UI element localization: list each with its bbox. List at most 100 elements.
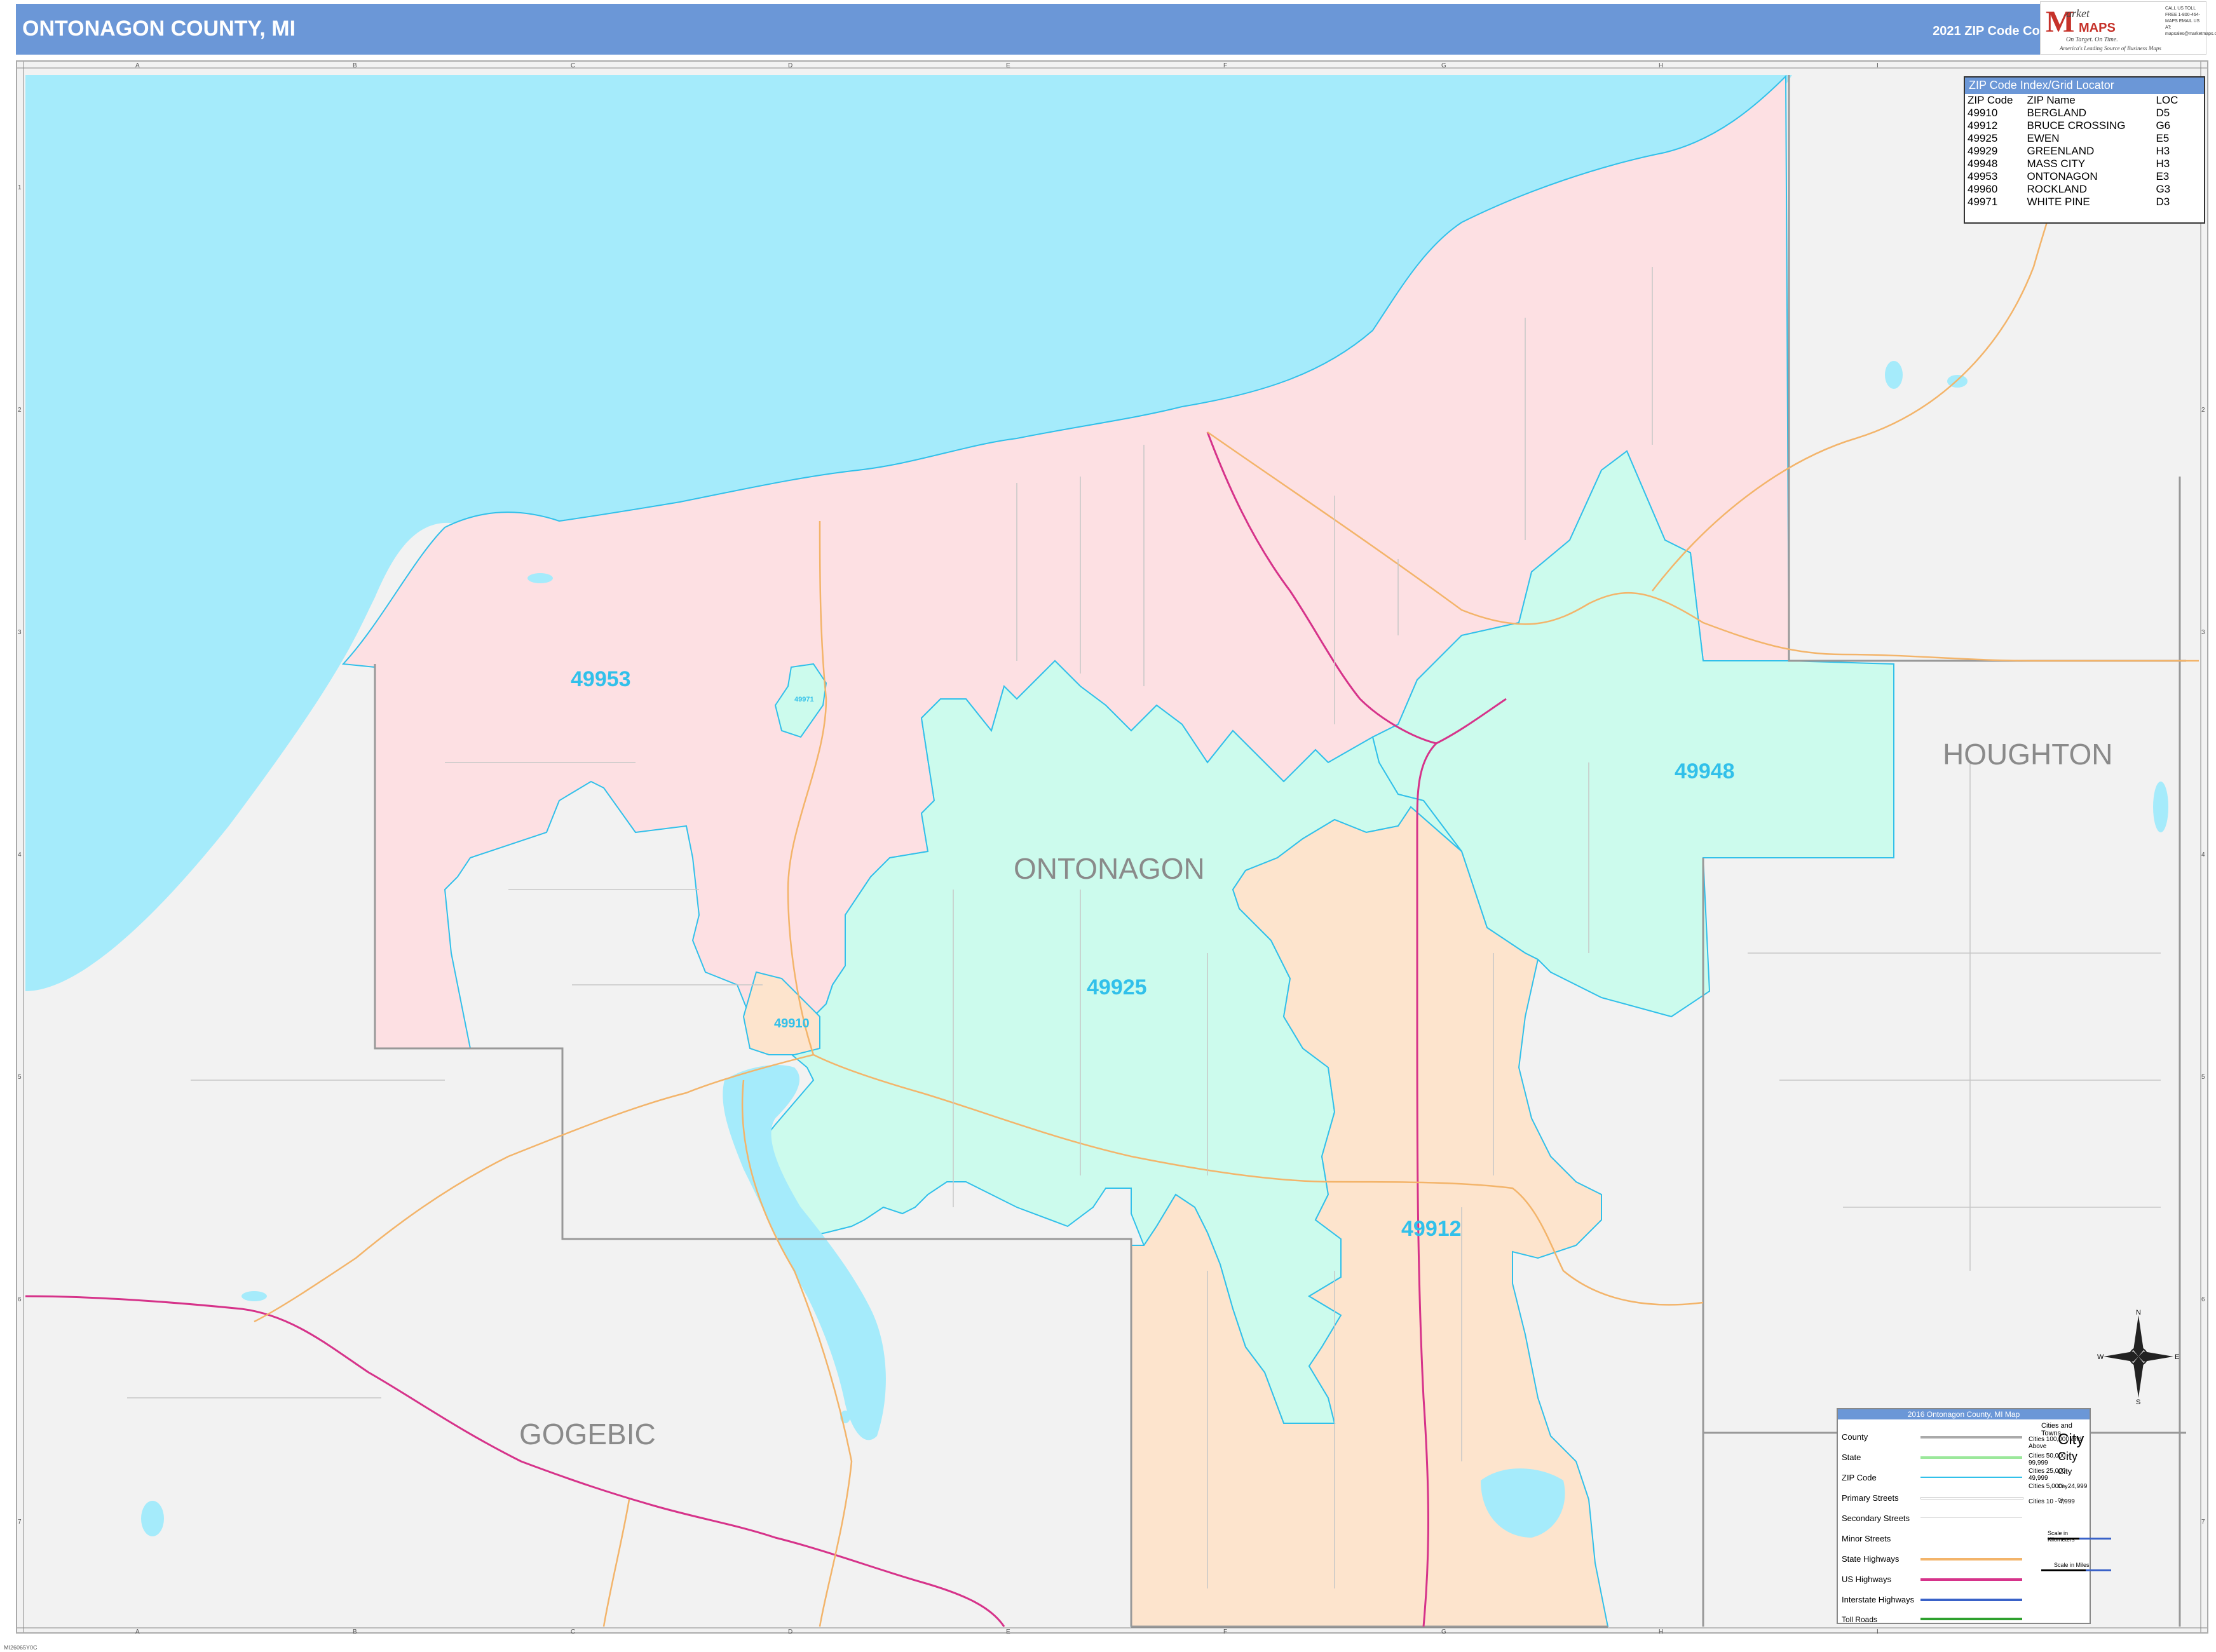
zip-name-cell: ONTONAGON bbox=[2027, 170, 2098, 182]
scale-bar-mi-light bbox=[2086, 1569, 2111, 1571]
grid-col-b-bottom: B bbox=[353, 1628, 357, 1635]
county-label-houghton: HOUGHTON bbox=[1943, 738, 2113, 771]
small-lake-1 bbox=[1885, 361, 1903, 389]
grid-row-5: 5 bbox=[18, 1074, 22, 1081]
zip-index-table: ZIP Code ZIP Name LOC 49910 BERGLAND D5 49… bbox=[1968, 94, 2183, 208]
legend-county-label: County bbox=[1842, 1432, 1868, 1442]
legend-toll-label: Toll Roads bbox=[1842, 1615, 1878, 1624]
legend-scale-mi: Scale in Miles bbox=[2054, 1562, 2090, 1568]
legend-secondary-label: Secondary Streets bbox=[1842, 1513, 1910, 1523]
grid-col-e: E bbox=[1006, 62, 1010, 69]
grid-col-f-bottom: F bbox=[1223, 1628, 1228, 1635]
grid-row-1: 1 bbox=[18, 184, 22, 191]
table-row[interactable]: 49929 GREENLAND H3 bbox=[1968, 145, 2183, 158]
small-lake-3 bbox=[2153, 782, 2168, 832]
table-row[interactable]: 49960 ROCKLAND G3 bbox=[1968, 183, 2183, 196]
legend-minor-label: Minor Streets bbox=[1842, 1534, 1891, 1543]
zip-code-cell: 49925 bbox=[1968, 132, 1998, 144]
zip-loc-cell: G3 bbox=[2156, 183, 2171, 195]
grid-row-5-right: 5 bbox=[2201, 1074, 2205, 1081]
zip-loc-cell: H3 bbox=[2156, 145, 2170, 157]
grid-col-g-bottom: G bbox=[1441, 1628, 1446, 1635]
grid-col-b: B bbox=[353, 62, 357, 69]
zip-name-cell: GREENLAND bbox=[2027, 145, 2095, 157]
zip-name-cell: BRUCE CROSSING bbox=[2027, 119, 2126, 132]
map-canvas[interactable] bbox=[0, 0, 2216, 1652]
table-row[interactable]: 49953 ONTONAGON E3 bbox=[1968, 170, 2183, 183]
legend-city-sample-2: City bbox=[2058, 1450, 2077, 1463]
zip-label-49948[interactable]: 49948 bbox=[1675, 759, 1735, 784]
grid-row-3: 3 bbox=[18, 629, 22, 636]
legend-primary-label: Primary Streets bbox=[1842, 1493, 1899, 1503]
zip-code-cell: 49912 bbox=[1968, 119, 1998, 132]
scale-bar-km-light bbox=[2079, 1538, 2111, 1540]
legend-interstate-label: Interstate Highways bbox=[1842, 1595, 1915, 1604]
grid-col-c: C bbox=[571, 62, 576, 69]
zip-name-cell: BERGLAND bbox=[2027, 107, 2087, 119]
scale-bar-km-dark bbox=[2048, 1538, 2079, 1540]
zip-label-49953[interactable]: 49953 bbox=[571, 667, 631, 692]
grid-col-i-bottom: I bbox=[1877, 1628, 1879, 1635]
legend-us-hwy-label: US Highways bbox=[1842, 1574, 1892, 1584]
zip-index-header-name: ZIP Name bbox=[2027, 94, 2076, 106]
legend-toll-swatch bbox=[1920, 1618, 2022, 1620]
zip-label-49912[interactable]: 49912 bbox=[1401, 1217, 1462, 1242]
grid-col-d-bottom: D bbox=[788, 1628, 793, 1635]
legend-scale-km: Scale in Kilometers bbox=[2048, 1530, 2075, 1543]
zip-name-cell: MASS CITY bbox=[2027, 158, 2086, 170]
table-row[interactable]: 49925 EWEN E5 bbox=[1968, 132, 2183, 145]
table-row[interactable]: 49971 WHITE PINE D3 bbox=[1968, 196, 2183, 208]
legend-primary-swatch bbox=[1920, 1497, 2023, 1500]
grid-row-2-right: 2 bbox=[2201, 407, 2205, 414]
legend-city-class-5: Cities 10 - 4,999 bbox=[2029, 1498, 2075, 1505]
legend-city-sample-1: City bbox=[2058, 1431, 2084, 1448]
zip-name-cell: ROCKLAND bbox=[2027, 183, 2087, 195]
zip-code-cell: 49929 bbox=[1968, 145, 1998, 157]
table-row[interactable]: 49948 MASS CITY H3 bbox=[1968, 158, 2183, 170]
legend-us-hwy-swatch bbox=[1920, 1578, 2022, 1581]
grid-col-i: I bbox=[1877, 62, 1879, 69]
zip-loc-cell: D5 bbox=[2156, 107, 2170, 119]
zip-code-cell: 49948 bbox=[1968, 158, 1998, 170]
zip-name-cell: EWEN bbox=[2027, 132, 2060, 144]
grid-row-4-right: 4 bbox=[2201, 851, 2205, 858]
zip-label-49910[interactable]: 49910 bbox=[774, 1017, 810, 1031]
grid-row-3-right: 3 bbox=[2201, 629, 2205, 636]
grid-row-7-right: 7 bbox=[2201, 1519, 2205, 1526]
legend-city-sample-3: City bbox=[2058, 1466, 2072, 1476]
compass-n: N bbox=[2136, 1309, 2141, 1317]
zip-label-49971[interactable]: 49971 bbox=[794, 696, 814, 703]
grid-row-4: 4 bbox=[18, 851, 22, 858]
legend-state-swatch bbox=[1920, 1456, 2022, 1459]
county-label-gogebic: GOGEBIC bbox=[519, 1418, 656, 1451]
zip-index-header-loc: LOC bbox=[2156, 94, 2179, 106]
grid-row-7: 7 bbox=[18, 1519, 22, 1526]
zip-code-cell: 49960 bbox=[1968, 183, 1998, 195]
zip-code-cell: 49910 bbox=[1968, 107, 1998, 119]
small-lake-4 bbox=[141, 1501, 164, 1536]
grid-col-c-bottom: C bbox=[571, 1628, 576, 1635]
grid-row-2: 2 bbox=[18, 407, 22, 414]
zip-index-header-row: ZIP Code ZIP Name LOC bbox=[1968, 94, 2183, 107]
grid-col-h-bottom: H bbox=[1659, 1628, 1664, 1635]
map-legend: 2016 Ontonagon County, MI Map County Sta… bbox=[1837, 1408, 2111, 1624]
legend-city-sample-5: City bbox=[2058, 1498, 2066, 1503]
grid-col-a-bottom: A bbox=[135, 1628, 140, 1635]
legend-city-sample-4: City bbox=[2058, 1483, 2068, 1489]
zip-loc-cell: E3 bbox=[2156, 170, 2170, 182]
legend-secondary-swatch bbox=[1920, 1517, 2022, 1518]
table-row[interactable]: 49910 BERGLAND D5 bbox=[1968, 107, 2183, 119]
zip-label-49925[interactable]: 49925 bbox=[1087, 975, 1147, 1000]
zip-index-header-code: ZIP Code bbox=[1968, 94, 2013, 106]
zip-code-cell: 49953 bbox=[1968, 170, 1998, 182]
compass-e: E bbox=[2175, 1353, 2179, 1361]
legend-title: 2016 Ontonagon County, MI Map bbox=[1838, 1409, 2090, 1419]
legend-state-hwy-swatch bbox=[1920, 1558, 2022, 1561]
compass-s: S bbox=[2136, 1398, 2140, 1404]
grid-col-a: A bbox=[135, 62, 140, 69]
grid-col-g: G bbox=[1441, 62, 1446, 69]
compass-w: W bbox=[2097, 1353, 2104, 1361]
zip-loc-cell: G6 bbox=[2156, 119, 2171, 132]
table-row[interactable]: 49912 BRUCE CROSSING G6 bbox=[1968, 119, 2183, 132]
legend-zip-swatch bbox=[1920, 1477, 2022, 1478]
